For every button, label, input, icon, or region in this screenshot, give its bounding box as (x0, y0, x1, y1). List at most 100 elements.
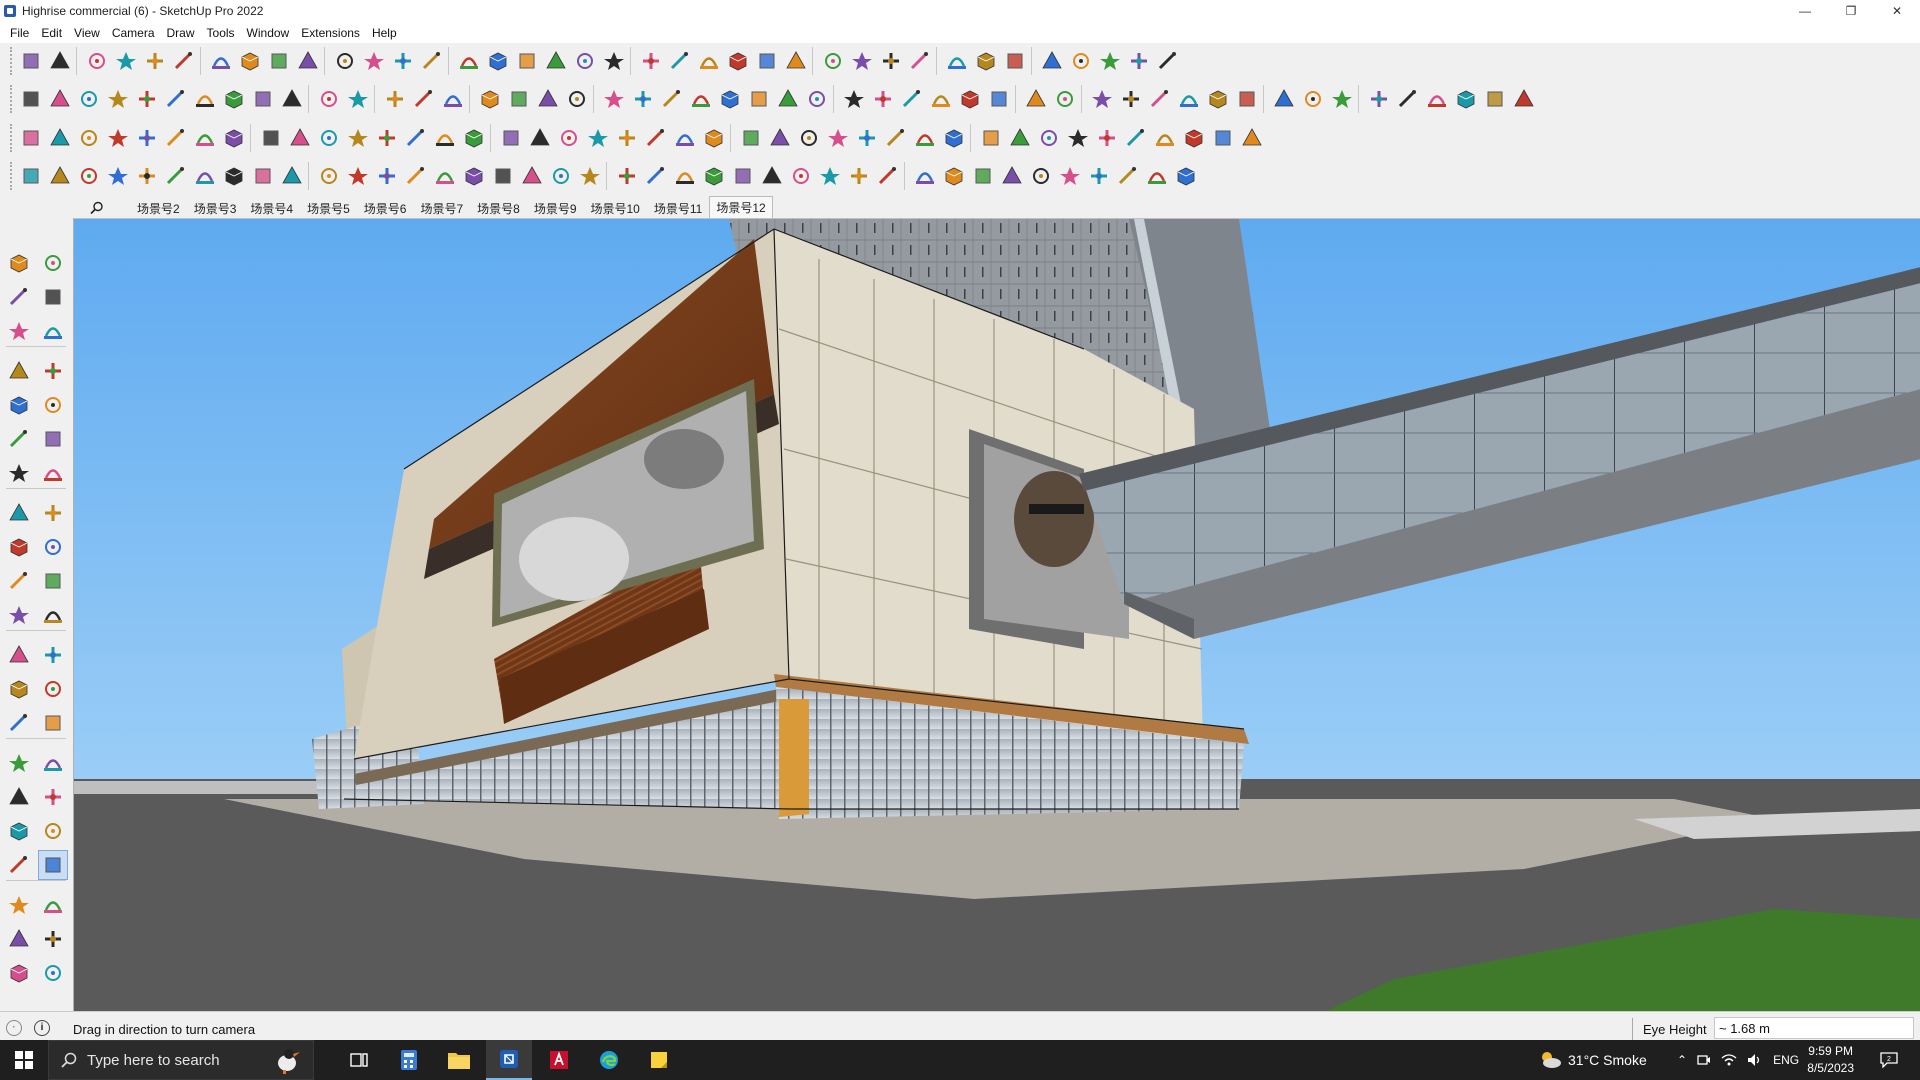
toolbar-tool-icon[interactable] (905, 46, 934, 76)
toolbar-tool-icon[interactable] (1174, 84, 1203, 114)
toolbar-tool-icon[interactable] (1113, 161, 1142, 191)
toolbar-tool-icon[interactable] (546, 161, 575, 191)
toolbar-tool-icon[interactable] (45, 161, 74, 191)
toolbar-tool-icon[interactable] (190, 84, 219, 114)
toolbar-tool-icon[interactable] (1000, 46, 1029, 76)
toolbar-tool-icon[interactable] (971, 46, 1000, 76)
sketchup-app-icon[interactable] (486, 1040, 532, 1080)
toolbar-tool-icon[interactable] (161, 84, 190, 114)
rectangle-icon[interactable] (4, 390, 34, 420)
toolbar-tool-icon[interactable] (277, 84, 306, 114)
toolbar-tool-icon[interactable] (728, 161, 757, 191)
toolbar-tool-icon[interactable] (314, 123, 343, 153)
toolbar-tool-icon[interactable] (206, 46, 235, 76)
toolbar-tool-icon[interactable] (942, 46, 971, 76)
toolbar-tool-icon[interactable] (939, 123, 968, 153)
toolbar-tool-icon[interactable] (744, 84, 773, 114)
sandbox-from-scratch-icon[interactable] (38, 924, 68, 954)
toolbar-tool-icon[interactable] (612, 161, 641, 191)
look-around-icon[interactable] (38, 850, 68, 880)
scene-tab[interactable]: 场景号11 (647, 198, 709, 218)
toolbar-tool-icon[interactable] (293, 46, 322, 76)
geo-location-icon[interactable]: · (6, 1020, 22, 1036)
toolbar-tool-icon[interactable] (926, 84, 955, 114)
paint-bucket-icon[interactable] (4, 282, 34, 312)
toolbar-tool-icon[interactable] (997, 161, 1026, 191)
3d-text-icon[interactable] (38, 674, 68, 704)
toolbar-tool-icon[interactable] (1026, 161, 1055, 191)
toolbar-tool-icon[interactable] (1021, 84, 1050, 114)
toolbar-tool-icon[interactable] (1145, 84, 1174, 114)
toolbar-tool-icon[interactable] (16, 84, 45, 114)
rotate-icon[interactable] (4, 566, 34, 596)
toolbar-tool-icon[interactable] (1050, 84, 1079, 114)
toolbar-tool-icon[interactable] (248, 84, 277, 114)
toolbar-tool-icon[interactable] (103, 123, 132, 153)
taskbar-search[interactable]: Type here to search (48, 1040, 314, 1080)
toolbar-tool-icon[interactable] (1232, 84, 1261, 114)
scene-tab[interactable]: 场景号7 (413, 198, 470, 218)
toolbar-tool-icon[interactable] (359, 46, 388, 76)
toolbar-tool-icon[interactable] (74, 161, 103, 191)
toolbar-tool-icon[interactable] (670, 123, 699, 153)
toolbar-tool-icon[interactable] (910, 123, 939, 153)
toolbar-tool-icon[interactable] (1422, 84, 1451, 114)
toolbar-tool-icon[interactable] (190, 161, 219, 191)
toolbar-tool-icon[interactable] (343, 123, 372, 153)
clock[interactable]: 9:59 PM 8/5/2023 (1807, 1043, 1854, 1077)
measurements-field[interactable]: ~ 1.68 m (1714, 1017, 1914, 1039)
toolbar-tool-icon[interactable] (670, 161, 699, 191)
toolbar-tool-icon[interactable] (1121, 123, 1150, 153)
minimize-icon[interactable]: — (1782, 0, 1828, 22)
toolbar-tool-icon[interactable] (475, 84, 504, 114)
toolbar-tool-icon[interactable] (554, 123, 583, 153)
toolbar-tool-icon[interactable] (736, 123, 765, 153)
toolbar-tool-icon[interactable] (74, 123, 103, 153)
toolbar-tool-icon[interactable] (1142, 161, 1171, 191)
drape-icon[interactable] (4, 958, 34, 988)
menu-edit[interactable]: Edit (35, 26, 68, 40)
toolbar-tool-icon[interactable] (1150, 123, 1179, 153)
toolbar-tool-icon[interactable] (1364, 84, 1393, 114)
toolbar-tool-icon[interactable] (219, 161, 248, 191)
toolbar-grip[interactable] (10, 85, 14, 113)
dimension-icon[interactable] (38, 708, 68, 738)
menu-tools[interactable]: Tools (201, 26, 241, 40)
scene-tab[interactable]: 场景号12 (709, 196, 773, 218)
toolbar-tool-icon[interactable] (802, 84, 831, 114)
toolbar-tool-icon[interactable] (1124, 46, 1153, 76)
toolbar-tool-icon[interactable] (430, 161, 459, 191)
orbit-icon[interactable] (38, 248, 68, 278)
info-icon[interactable]: i (34, 1020, 50, 1036)
toolbar-tool-icon[interactable] (103, 161, 132, 191)
task-view-icon[interactable] (336, 1040, 382, 1080)
polygon-icon[interactable] (38, 424, 68, 454)
toolbar-tool-icon[interactable] (773, 84, 802, 114)
toolbar-tool-icon[interactable] (910, 161, 939, 191)
meet-now-icon[interactable] (1697, 1053, 1711, 1067)
toolbar-tool-icon[interactable] (757, 161, 786, 191)
tape-icon[interactable] (4, 640, 34, 670)
toolbar-tool-icon[interactable] (343, 84, 372, 114)
toolbar-tool-icon[interactable] (45, 84, 74, 114)
chevron-up-icon[interactable]: ⌃ (1677, 1053, 1687, 1067)
menu-window[interactable]: Window (241, 26, 296, 40)
toolbar-tool-icon[interactable] (1066, 46, 1095, 76)
toolbar-tool-icon[interactable] (525, 123, 554, 153)
freehand-icon[interactable] (38, 356, 68, 386)
toolbar-tool-icon[interactable] (1084, 161, 1113, 191)
toolbar-tool-icon[interactable] (786, 161, 815, 191)
toolbar-tool-icon[interactable] (583, 123, 612, 153)
offset-icon[interactable] (38, 600, 68, 630)
toolbar-tool-icon[interactable] (1208, 123, 1237, 153)
toolbar-tool-icon[interactable] (1393, 84, 1422, 114)
toolbar-tool-icon[interactable] (140, 46, 169, 76)
toolbar-tool-icon[interactable] (1327, 84, 1356, 114)
toolbar-tool-icon[interactable] (699, 161, 728, 191)
axes-icon[interactable] (4, 708, 34, 738)
toolbar-tool-icon[interactable] (401, 161, 430, 191)
scene-tab[interactable]: 场景号8 (470, 198, 527, 218)
model-viewport[interactable] (73, 218, 1920, 1011)
toolbar-tool-icon[interactable] (1179, 123, 1208, 153)
zoom-extents-icon[interactable] (4, 816, 34, 846)
